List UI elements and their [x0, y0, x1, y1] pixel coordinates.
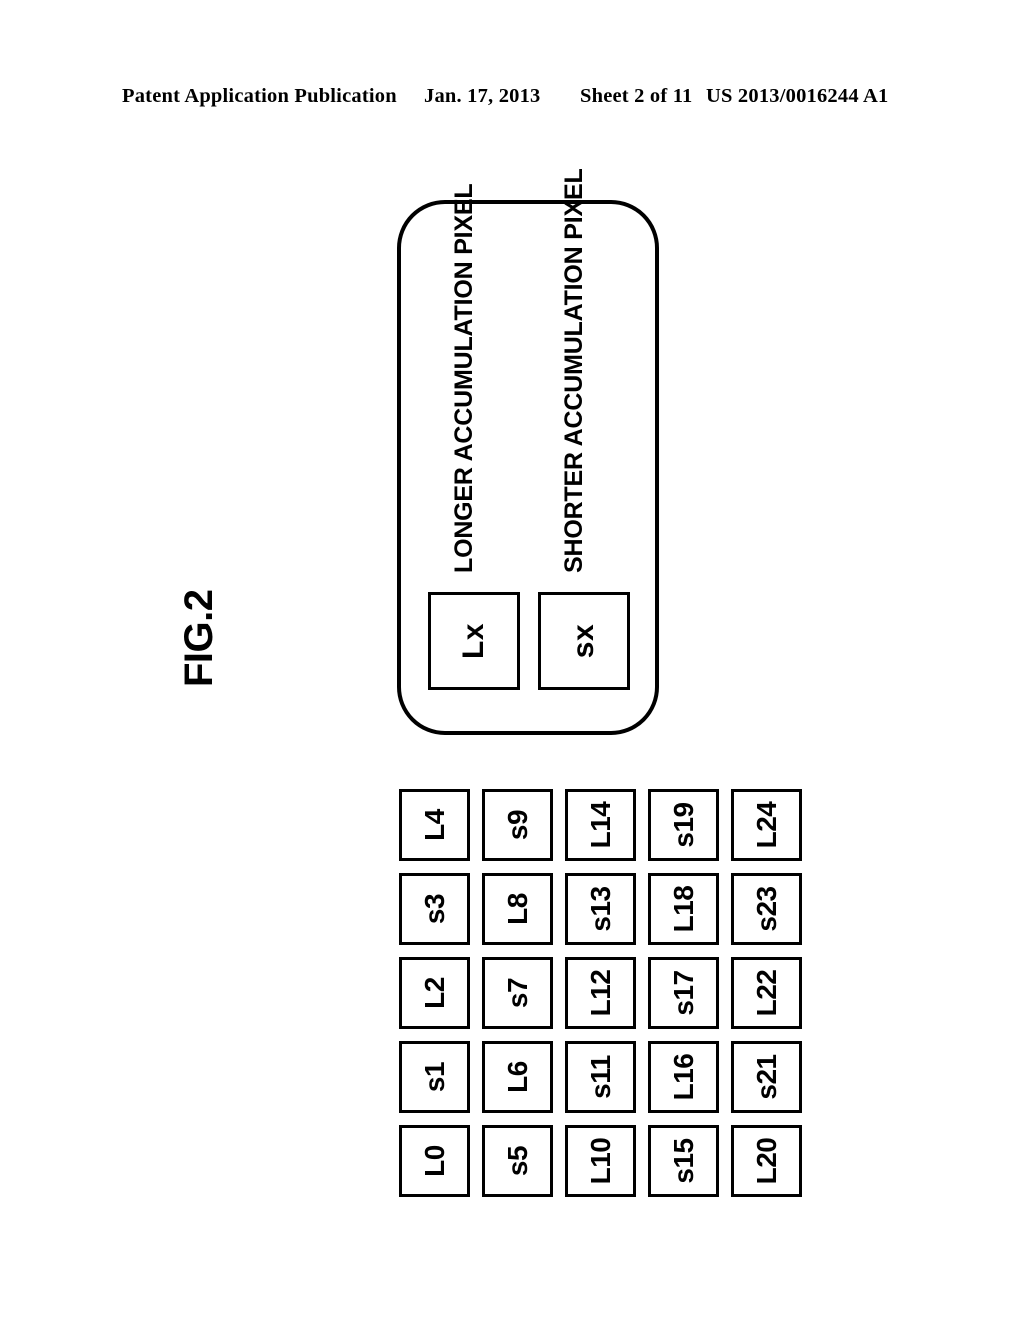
pixel-cell-label: L18 [667, 885, 699, 933]
pixel-cell-s3: s3 [399, 873, 470, 945]
pixel-cell-label: L0 [418, 1145, 450, 1177]
header-document-number-text: US 2013/0016244 A1 [706, 85, 889, 107]
pixel-cell-s11: s11 [565, 1041, 636, 1113]
pixel-array: L4 s3 L2 s1 L0 s9 L8 s7 L6 s5 L14 s13 L12 s11 L10 s19 L1… [399, 789, 802, 1198]
pixel-cell-label: L16 [667, 1053, 699, 1101]
pixel-cell-label: L2 [418, 977, 450, 1009]
pixel-cell-l12: L12 [565, 957, 636, 1029]
pixel-cell-s19: s19 [648, 789, 719, 861]
pixel-cell-label: L22 [750, 969, 782, 1017]
pixel-cell-l6: L6 [482, 1041, 553, 1113]
pixel-cell-s1: s1 [399, 1041, 470, 1113]
legend-swatch-longer-label: Lx [457, 623, 490, 660]
pixel-cell-label: L14 [584, 801, 616, 849]
header-publication-text: Patent Application Publication [122, 85, 397, 107]
pixel-cell-label: s9 [501, 809, 533, 841]
pixel-cell-label: s15 [667, 1138, 699, 1184]
pixel-cell-label: s3 [418, 893, 450, 925]
pixel-cell-label: s7 [501, 977, 533, 1009]
pixel-cell-label: L10 [584, 1137, 616, 1185]
pixel-cell-l0: L0 [399, 1125, 470, 1197]
pixel-cell-l24: L24 [731, 789, 802, 861]
pixel-cell-label: L24 [750, 801, 782, 849]
pixel-cell-l16: L16 [648, 1041, 719, 1113]
pixel-cell-label: s21 [750, 1054, 782, 1100]
legend-swatch-shorter-accumulation: sx [538, 592, 630, 690]
pixel-cell-label: s17 [667, 970, 699, 1016]
pixel-cell-label: L12 [584, 969, 616, 1017]
pixel-cell-s13: s13 [565, 873, 636, 945]
page-header: Patent Application Publication Jan. 17, … [0, 85, 1024, 117]
legend-swatch-longer-accumulation: Lx [428, 592, 520, 690]
pixel-cell-label: s11 [584, 1055, 616, 1099]
pixel-cell-label: s5 [501, 1145, 533, 1177]
pixel-cell-label: L20 [750, 1137, 782, 1185]
pixel-cell-s7: s7 [482, 957, 553, 1029]
header-date-text: Jan. 17, 2013 [424, 85, 541, 107]
header-sheet-text: Sheet 2 of 11 [580, 85, 693, 107]
pixel-cell-label: s13 [584, 886, 616, 932]
pixel-cell-label: s19 [667, 802, 699, 848]
pixel-cell-label: s23 [750, 886, 782, 932]
pixel-cell-s9: s9 [482, 789, 553, 861]
pixel-cell-s5: s5 [482, 1125, 553, 1197]
pixel-cell-l14: L14 [565, 789, 636, 861]
pixel-cell-s17: s17 [648, 957, 719, 1029]
legend-swatch-shorter-label: sx [567, 623, 600, 659]
pixel-cell-l2: L2 [399, 957, 470, 1029]
pixel-cell-label: L8 [501, 893, 533, 925]
figure-label: FIG.2 [177, 589, 221, 687]
pixel-cell-label: L6 [501, 1061, 533, 1093]
legend-caption-longer-accumulation: LONGER ACCUMULATION PIXEL [450, 183, 478, 573]
pixel-cell-l4: L4 [399, 789, 470, 861]
pixel-cell-s21: s21 [731, 1041, 802, 1113]
pixel-cell-label: s1 [418, 1061, 450, 1093]
pixel-cell-s15: s15 [648, 1125, 719, 1197]
pixel-cell-label: L4 [418, 809, 450, 841]
pixel-cell-l20: L20 [731, 1125, 802, 1197]
pixel-cell-l10: L10 [565, 1125, 636, 1197]
pixel-cell-s23: s23 [731, 873, 802, 945]
pixel-cell-l18: L18 [648, 873, 719, 945]
pixel-cell-l22: L22 [731, 957, 802, 1029]
pixel-cell-l8: L8 [482, 873, 553, 945]
legend-caption-shorter-accumulation: SHORTER ACCUMULATION PIXEL [560, 168, 588, 573]
